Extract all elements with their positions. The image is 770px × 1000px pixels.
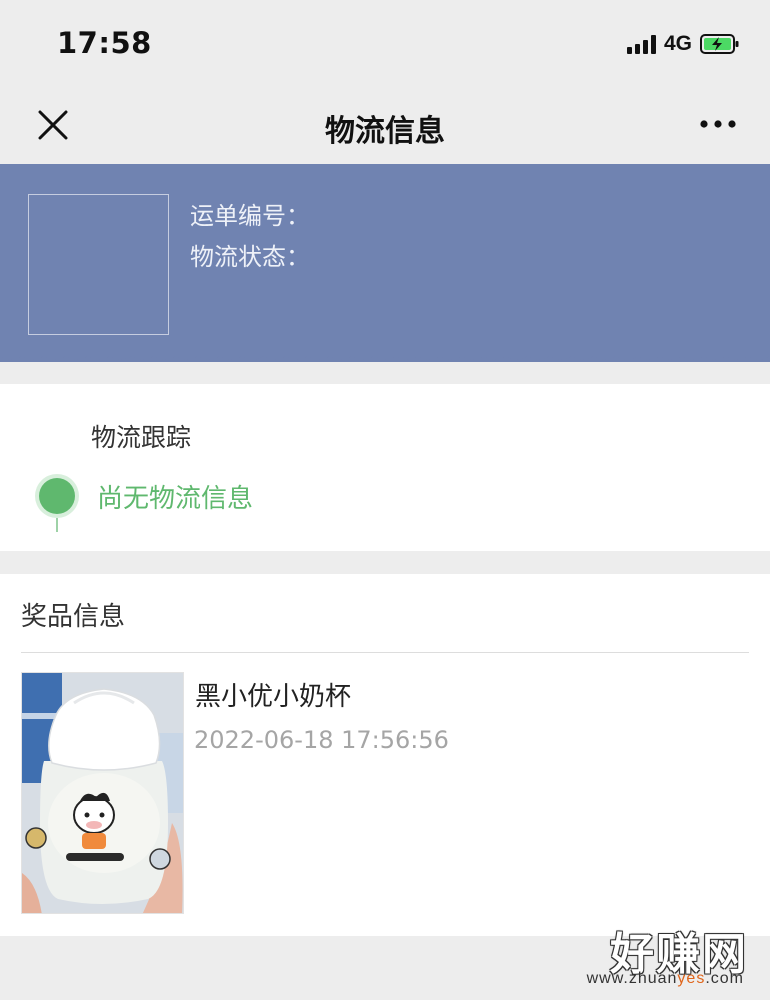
watermark-url-highlight: yes (677, 970, 706, 987)
prize-name[interactable]: 黑小优小奶杯 (195, 676, 351, 713)
prize-card: 奖品信息 黑小优小奶杯 2022-06-18 17:56:56 (0, 574, 770, 936)
watermark-url-suffix: .com (705, 970, 744, 987)
milk-cup-photo[interactable] (21, 672, 184, 914)
timeline-dot-icon (39, 478, 75, 514)
timeline-line (56, 518, 58, 532)
divider (21, 652, 749, 653)
product-thumbnail-placeholder (28, 194, 169, 335)
tracking-card: 物流跟踪 尚无物流信息 (0, 384, 770, 551)
network-type: 4G (663, 32, 692, 55)
status-indicators: 4G (626, 32, 740, 56)
tracking-empty-text: 尚无物流信息 (97, 484, 254, 514)
shipment-status-label: 物流状态： (190, 243, 310, 271)
watermark-url-prefix: www.zhuan (586, 970, 678, 987)
tracking-title: 物流跟踪 (91, 423, 192, 452)
more-button[interactable] (698, 112, 738, 136)
more-icon (700, 120, 736, 128)
nav-bar: 物流信息 (0, 92, 770, 164)
cellular-signal-icon (626, 34, 656, 54)
page-title: 物流信息 (325, 114, 445, 149)
site-watermark: 好赚网 www.zhuanyes.com (550, 918, 750, 998)
prize-date: 2022-06-18 17:56:56 (194, 726, 449, 754)
prize-title: 奖品信息 (21, 602, 126, 632)
banner-wave-edge (0, 352, 770, 360)
shipment-header: 运单编号： 物流状态： (0, 164, 770, 362)
status-bar: 17:58 4G (0, 0, 770, 92)
battery-charging-icon (700, 33, 740, 55)
status-time: 17:58 (57, 26, 152, 60)
watermark-url: www.zhuanyes.com (587, 970, 744, 988)
tracking-number-label: 运单编号： (190, 202, 310, 230)
